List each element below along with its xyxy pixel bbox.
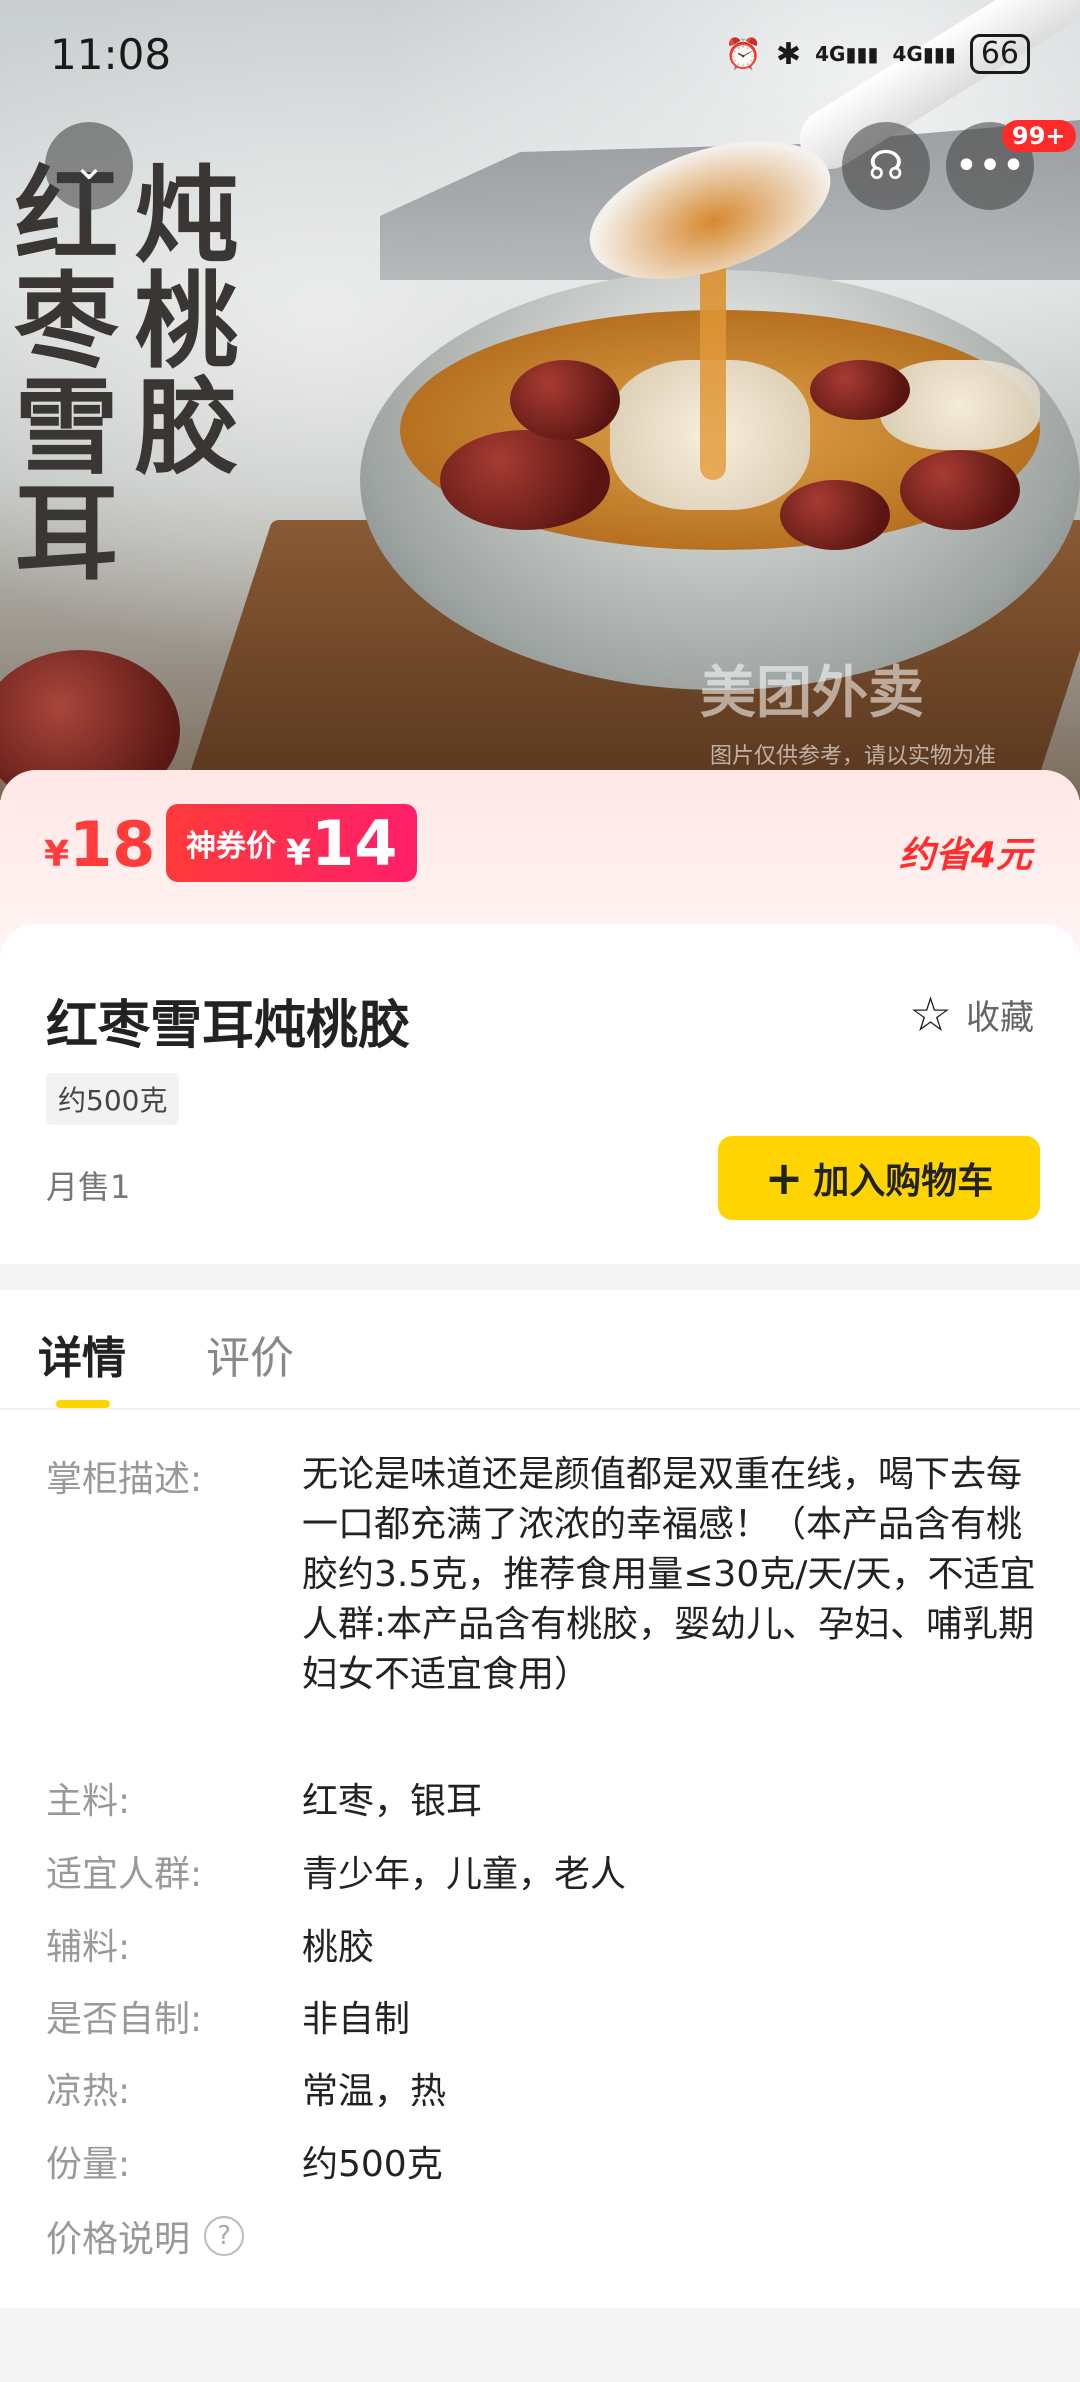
detail-value: 常温，热 — [302, 2071, 447, 2112]
hero-date — [440, 430, 610, 530]
desc-text: 无论是味道还是颜值都是双重在线，喝下去每一口都充满了浓浓的幸福感！（本产品含有桃… — [302, 1454, 1036, 1695]
signal-icon: 4G▮▮▮ — [892, 42, 956, 66]
hero-date — [900, 450, 1020, 530]
tab-bar — [0, 1290, 1080, 1410]
detail-label: 份量: — [46, 2144, 131, 2185]
coupon-price-tag: 神券价 ¥14 — [166, 804, 418, 882]
detail-label: 是否自制: — [46, 1999, 203, 2040]
savings-text: 约省4元 — [898, 835, 1032, 876]
detail-value: 桃胶 — [302, 1927, 375, 1968]
hero-watermark-note: 图片仅供参考，请以实物为准 — [710, 744, 997, 769]
favorite-label: 收藏 — [966, 998, 1034, 1038]
detail-value: 青少年，儿童，老人 — [302, 1854, 627, 1895]
question-icon: ? — [204, 2216, 245, 2256]
add-to-cart-button[interactable]: + 加入购物车 — [718, 1136, 1040, 1220]
plus-icon: + — [764, 1151, 804, 1205]
star-icon: ☆ — [908, 986, 952, 1043]
detail-value: 非自制 — [302, 1999, 411, 2040]
hero-watermark: 美团外卖 — [700, 661, 924, 726]
price-note-label: 价格说明 — [46, 2219, 191, 2260]
alarm-icon: ⏰ — [724, 36, 762, 72]
message-count-badge: 99+ — [1002, 120, 1076, 152]
customer-service-button[interactable]: ☊ — [842, 122, 930, 210]
product-hero-image[interactable]: 炖桃胶 红枣雪耳 美团外卖 图片仅供参考，请以实物为准 — [0, 0, 1080, 800]
monthly-sales: 月售1 — [46, 1168, 131, 1206]
hero-date — [780, 480, 890, 550]
detail-label: 辅料: — [46, 1927, 131, 1968]
hero-fungus — [880, 360, 1040, 450]
hero-title-col1: 炖桃胶 — [116, 160, 239, 478]
active-tab-indicator — [56, 1400, 110, 1408]
status-time: 11:08 — [50, 30, 172, 79]
detail-label: 适宜人群: — [46, 1854, 203, 1895]
detail-value: 约500克 — [302, 2144, 443, 2185]
chevron-down-icon: ⌄ — [72, 143, 106, 189]
signal-icon: 4G▮▮▮ — [815, 42, 879, 66]
tab-details[interactable]: 详情 — [38, 1322, 126, 1386]
details-section — [0, 1290, 1080, 2308]
detail-label: 主料: — [46, 1781, 131, 1822]
coupon-label: 神券价 — [186, 829, 276, 864]
status-icons: ⏰ ✱ 4G▮▮▮ 4G▮▮▮ 66 — [725, 34, 1030, 74]
detail-value: 红枣，银耳 — [302, 1781, 483, 1822]
original-price: ¥18 — [44, 808, 156, 881]
price-explanation-link[interactable]: 价格说明 ? — [46, 2210, 245, 2262]
add-to-cart-label: 加入购物车 — [813, 1161, 994, 1202]
detail-label: 凉热: — [46, 2071, 131, 2112]
battery-icon: 66 — [969, 34, 1030, 74]
headset-icon: ☊ — [868, 143, 904, 189]
status-bar: 11:08 ⏰ ✱ 4G▮▮▮ 4G▮▮▮ 66 — [0, 28, 1080, 88]
hero-date — [810, 360, 910, 420]
hero-syrup-drip — [700, 250, 726, 480]
spec-tag: 约500克 — [46, 1073, 180, 1125]
product-name: 红枣雪耳炖桃胶 — [46, 996, 411, 1056]
favorite-button[interactable]: ☆ 收藏 — [909, 990, 1034, 1039]
desc-label: 掌柜描述: — [46, 1459, 203, 1500]
collapse-button[interactable]: ⌄ — [45, 122, 133, 210]
bluetooth-icon: ✱ — [775, 36, 802, 72]
hero-title-col2: 红枣雪耳 — [0, 160, 119, 584]
hero-date — [510, 360, 620, 440]
coupon-price: ¥14 — [286, 806, 398, 880]
tab-reviews[interactable]: 评价 — [206, 1322, 294, 1386]
